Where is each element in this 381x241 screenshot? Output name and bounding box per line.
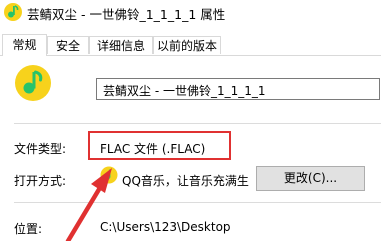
qq-music-icon [4, 3, 22, 21]
open-with-label: 打开方式: [14, 174, 67, 188]
tab-security[interactable]: 安全 [47, 36, 89, 54]
location-label: 位置: [14, 222, 43, 236]
divider [14, 202, 381, 203]
tab-bar: 常规 安全 详细信息 以前的版本 [0, 34, 381, 56]
location-value: C:\Users\123\Desktop [100, 220, 231, 234]
tab-details[interactable]: 详细信息 [89, 36, 153, 54]
title-bar: 芸鲭双尘 - 一世佛铃_1_1_1_1 属性 [0, 0, 381, 28]
divider [14, 123, 381, 124]
tab-divider [0, 55, 381, 56]
open-with-value: QQ音乐，让音乐充满生 [122, 174, 249, 188]
window-title: 芸鲭双尘 - 一世佛铃_1_1_1_1 属性 [27, 7, 226, 22]
change-button[interactable]: 更改(C)... [256, 166, 365, 191]
file-name-field[interactable]: 芸鲭双尘 - 一世佛铃_1_1_1_1 [96, 78, 380, 100]
tab-general[interactable]: 常规 [2, 34, 47, 56]
highlight-box [88, 131, 231, 160]
qq-music-icon [15, 65, 51, 101]
qq-music-icon [100, 166, 118, 184]
file-type-label: 文件类型: [14, 142, 67, 156]
tab-previous-versions[interactable]: 以前的版本 [153, 36, 221, 54]
